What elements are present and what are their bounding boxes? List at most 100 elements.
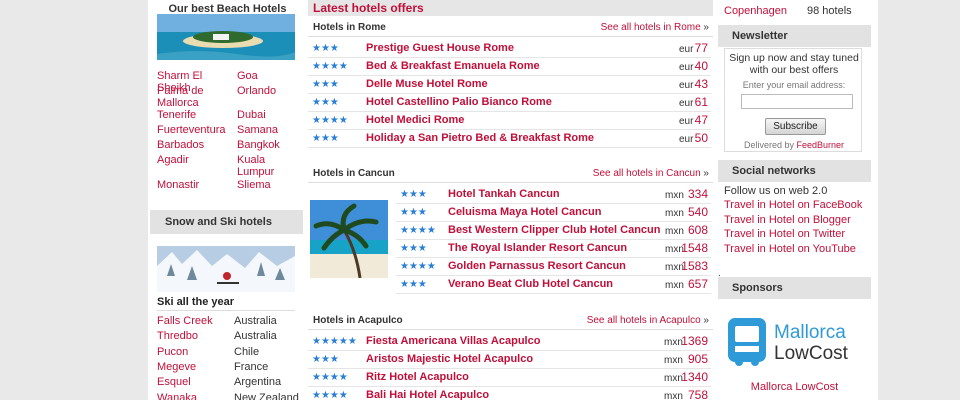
section-title: Hotels in Rome — [313, 22, 386, 33]
hotel-row: ★★★ Celuisma Maya Hotel Cancun mxn 540 — [396, 204, 711, 222]
hotel-price: 334 — [687, 187, 708, 201]
newsletter-header: Newsletter — [718, 25, 871, 47]
snow-ski-header: Snow and Ski hotels — [150, 210, 303, 234]
section-title: Hotels in Acapulco — [313, 315, 403, 326]
beach-destination-link[interactable]: Bangkok — [237, 139, 299, 151]
ski-resort-link[interactable]: Pucon — [157, 346, 188, 358]
hotel-row: ★★★ The Royal Islander Resort Cancun mxn 15… — [396, 240, 711, 258]
beach-destination-link[interactable]: Sliema — [237, 179, 299, 191]
star-rating-icon: ★★★★★ — [312, 336, 357, 347]
hotel-price: 43 — [694, 77, 708, 91]
hotel-price: 77 — [694, 41, 708, 55]
beach-destination-link[interactable]: Fuerteventura — [157, 124, 235, 136]
hotel-row: ★★★★ Ritz Hotel Acapulco mxn 1340 — [308, 369, 711, 387]
hotel-row: ★★★★ Hotel Medici Rome eur 47 — [308, 112, 711, 130]
social-link[interactable]: Travel in Hotel on Blogger — [724, 214, 851, 226]
star-rating-icon: ★★★ — [400, 243, 427, 254]
hotel-name-link[interactable]: Hotel Castellino Palio Bianco Rome — [366, 96, 552, 108]
hotel-price: 608 — [687, 223, 708, 237]
ski-resort-row: Falls Creek Australia — [157, 315, 305, 330]
hotel-name-link[interactable]: Delle Muse Hotel Rome — [366, 78, 488, 90]
beach-hotels-title: Our best Beach Hotels — [168, 3, 287, 15]
hotel-row: ★★★ Delle Muse Hotel Rome eur 43 — [308, 76, 711, 94]
hotel-row: ★★★★ Best Western Clipper Club Hotel Canc… — [396, 222, 711, 240]
beach-photo[interactable] — [157, 14, 295, 60]
left-sidebar: Our best Beach Hotels Sharm El Sheikh Goa… — [150, 0, 305, 400]
star-rating-icon: ★★★★ — [312, 115, 348, 126]
social-networks-header: Social networks — [718, 160, 871, 182]
ski-photo[interactable] — [157, 246, 295, 292]
star-rating-icon: ★★★ — [312, 133, 339, 144]
star-rating-icon: ★★★ — [312, 97, 339, 108]
hotel-row: ★★★★★ Fiesta Americana Villas Acapulco mxn… — [308, 333, 711, 351]
beach-destination-link[interactable]: Tenerife — [157, 109, 235, 121]
hotel-row: ★★★ Prestige Guest House Rome eur 77 — [308, 40, 711, 58]
city-link-copenhagen[interactable]: Copenhagen — [724, 5, 787, 17]
email-input[interactable] — [741, 94, 853, 109]
sponsors-header: Sponsors — [718, 277, 871, 299]
hotel-row: ★★★★ Bali Hai Hotel Acapulco mxn 758 — [308, 387, 711, 400]
beach-destination-link[interactable]: Agadir — [157, 154, 235, 166]
see-all-hotels-link[interactable]: See all hotels in Acapulco » — [587, 315, 709, 326]
hotel-name-link[interactable]: Holiday a San Pietro Bed & Breakfast Rom… — [366, 132, 594, 144]
hotel-name-link[interactable]: Best Western Clipper Club Hotel Cancun — [448, 224, 661, 236]
hotel-name-link[interactable]: Prestige Guest House Rome — [366, 42, 514, 54]
beach-destination-link[interactable]: Orlando — [237, 85, 299, 97]
hotel-name-link[interactable]: Hotel Tankah Cancun — [448, 188, 560, 200]
hotel-price: 540 — [687, 205, 708, 219]
hotel-name-link[interactable]: Celuisma Maya Hotel Cancun — [448, 206, 601, 218]
hotel-name-link[interactable]: Hotel Medici Rome — [366, 114, 464, 126]
hotel-name-link[interactable]: Fiesta Americana Villas Acapulco — [366, 335, 540, 347]
beach-destination-link[interactable]: Goa — [237, 70, 299, 82]
social-link[interactable]: Travel in Hotel on FaceBook — [724, 199, 862, 211]
section-divider — [308, 182, 713, 183]
subscribe-button[interactable]: Subscribe — [765, 118, 826, 135]
see-all-hotels-link[interactable]: See all hotels in Rome » — [601, 22, 709, 33]
ski-resort-link[interactable]: Esquel — [157, 376, 191, 388]
hotel-name-link[interactable]: The Royal Islander Resort Cancun — [448, 242, 627, 254]
hotel-name-link[interactable]: Aristos Majestic Hotel Acapulco — [366, 353, 533, 365]
sponsor-caption[interactable]: Mallorca LowCost — [718, 381, 871, 393]
feedburner-link[interactable]: FeedBurner — [797, 140, 845, 150]
ski-all-year-title: Ski all the year — [157, 296, 295, 311]
beach-destination-link[interactable]: Samana — [237, 124, 299, 136]
hotel-name-link[interactable]: Golden Parnassus Resort Cancun — [448, 260, 626, 272]
section-divider — [308, 329, 713, 330]
star-rating-icon: ★★★★ — [312, 372, 348, 383]
hotel-price: 40 — [694, 59, 708, 73]
social-link[interactable]: Travel in Hotel on Twitter — [724, 228, 845, 240]
see-all-hotels-link[interactable]: See all hotels in Cancun » — [593, 168, 709, 179]
see-all-label: See all hotels in Rome — [600, 22, 701, 33]
hotel-price: 47 — [694, 113, 708, 127]
hotel-name-link[interactable]: Ritz Hotel Acapulco — [366, 371, 469, 383]
beach-destination-link[interactable]: Palma de Mallorca — [157, 85, 235, 109]
hotel-name-link[interactable]: Verano Beat Club Hotel Cancun — [448, 278, 613, 290]
beach-destination-link[interactable]: Barbados — [157, 139, 235, 151]
newsletter-box: Sign up now and stay tuned with our best… — [724, 48, 862, 152]
ski-resort-row: Megeve France — [157, 361, 305, 376]
beach-destination-link[interactable]: Dubai — [237, 109, 299, 121]
star-rating-icon: ★★★ — [400, 279, 427, 290]
hotel-price: 1369 — [681, 334, 708, 348]
city-hotel-count: 98 hotels — [807, 5, 852, 17]
hotel-row: ★★★ Verano Beat Club Hotel Cancun mxn 657 — [396, 276, 711, 294]
hotel-name-link[interactable]: Bali Hai Hotel Acapulco — [366, 389, 489, 400]
cancun-beach-photo[interactable] — [310, 200, 388, 278]
hotel-row: ★★★ Hotel Castellino Palio Bianco Rome eur… — [308, 94, 711, 112]
social-link[interactable]: Travel in Hotel on YouTube — [724, 243, 856, 255]
ski-resort-link[interactable]: Falls Creek — [157, 315, 213, 327]
ski-resort-link[interactable]: Wanaka — [157, 392, 197, 400]
ski-resort-link[interactable]: Megeve — [157, 361, 196, 373]
hotel-price: 758 — [687, 388, 708, 400]
star-rating-icon: ★★★★ — [312, 390, 348, 400]
mallorca-lowcost-logo[interactable]: Mallorca LowCost — [726, 316, 866, 368]
star-rating-icon: ★★★★ — [400, 261, 436, 272]
ski-resort-link[interactable]: Thredbo — [157, 330, 198, 342]
see-all-label: See all hotels in Cancun — [592, 168, 701, 179]
beach-destination-link[interactable]: Kuala Lumpur — [237, 154, 299, 178]
beach-destination-link[interactable]: Monastir — [157, 179, 235, 191]
star-rating-icon: ★★★ — [312, 354, 339, 365]
star-rating-icon: ★★★ — [400, 189, 427, 200]
hotel-row: ★★★★ Bed & Breakfast Emanuela Rome eur 40 — [308, 58, 711, 76]
hotel-name-link[interactable]: Bed & Breakfast Emanuela Rome — [366, 60, 540, 72]
